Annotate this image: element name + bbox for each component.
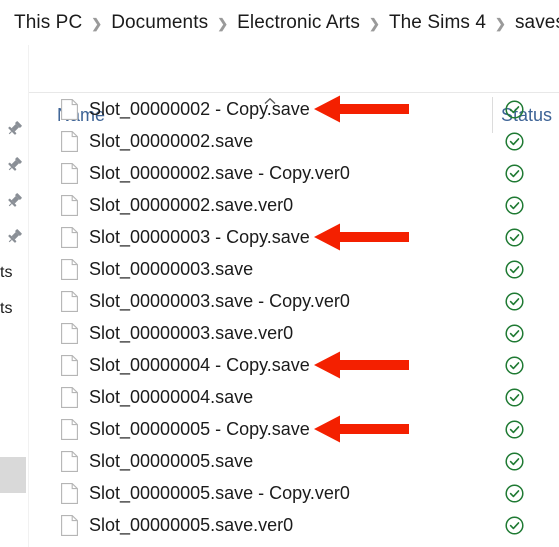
table-row[interactable]: Slot_00000002.save - Copy.ver0 <box>29 157 559 189</box>
table-row[interactable]: Slot_00000002.save <box>29 125 559 157</box>
file-page-icon <box>61 451 78 472</box>
table-row[interactable]: Slot_00000004 - Copy.save <box>29 349 559 381</box>
breadcrumb-item-this-pc[interactable]: This PC <box>14 12 82 34</box>
check-circle-icon <box>505 388 524 407</box>
check-circle-icon <box>505 132 524 151</box>
file-name-label[interactable]: Slot_00000005.save <box>89 449 253 473</box>
breadcrumb-item-saves[interactable]: saves <box>515 12 559 34</box>
check-circle-icon <box>505 484 524 503</box>
file-name-label[interactable]: Slot_00000005 - Copy.save <box>89 417 310 441</box>
breadcrumb-separator-icon: ❯ <box>217 15 229 31</box>
file-page-icon <box>61 227 78 248</box>
table-row[interactable]: Slot_00000004.save <box>29 381 559 413</box>
check-circle-icon <box>505 196 524 215</box>
column-header-row: Name Status <box>0 45 559 133</box>
file-page-icon <box>61 515 78 536</box>
table-row[interactable]: Slot_00000005 - Copy.save <box>29 413 559 445</box>
file-name-label[interactable]: Slot_00000004 - Copy.save <box>89 353 310 377</box>
breadcrumb-separator-icon: ❯ <box>369 15 380 31</box>
file-name-label[interactable]: Slot_00000005.save.ver0 <box>89 513 293 537</box>
breadcrumb-separator-icon: ❯ <box>91 15 103 31</box>
file-page-icon <box>61 259 78 280</box>
breadcrumb-item-electronic-arts[interactable]: Electronic Arts <box>237 12 360 34</box>
table-row[interactable]: Slot_00000003.save <box>29 253 559 285</box>
file-page-icon <box>61 163 78 184</box>
table-row[interactable]: Slot_00000005.save.ver0 <box>29 509 559 541</box>
file-name-label[interactable]: Slot_00000002.save.ver0 <box>89 193 293 217</box>
pin-icon[interactable] <box>6 192 23 209</box>
file-name-label[interactable]: Slot_00000002 - Copy.save <box>89 97 310 121</box>
file-name-label[interactable]: Slot_00000002.save - Copy.ver0 <box>89 161 350 185</box>
file-page-icon <box>61 291 78 312</box>
file-page-icon <box>61 483 78 504</box>
file-name-label[interactable]: Slot_00000003 - Copy.save <box>89 225 310 249</box>
breadcrumb-separator-icon: ❯ <box>495 15 506 31</box>
file-name-label[interactable]: Slot_00000002.save <box>89 129 253 153</box>
file-page-icon <box>61 355 78 376</box>
pin-icon[interactable] <box>6 156 23 173</box>
table-row[interactable]: Slot_00000003 - Copy.save <box>29 221 559 253</box>
file-page-icon <box>61 195 78 216</box>
table-row[interactable]: Slot_00000005.save <box>29 445 559 477</box>
nav-item-label-clipped[interactable]: ts <box>0 300 12 318</box>
nav-scroll-thumb[interactable] <box>0 457 26 493</box>
file-name-label[interactable]: Slot_00000003.save - Copy.ver0 <box>89 289 350 313</box>
file-page-icon <box>61 387 78 408</box>
check-circle-icon <box>505 420 524 439</box>
file-name-label[interactable]: Slot_00000004.save <box>89 385 253 409</box>
check-circle-icon <box>505 260 524 279</box>
check-circle-icon <box>505 356 524 375</box>
check-circle-icon <box>505 164 524 183</box>
check-circle-icon <box>505 100 524 119</box>
table-row[interactable]: Slot_00000002.save.ver0 <box>29 189 559 221</box>
pin-icon[interactable] <box>6 228 23 245</box>
breadcrumb[interactable]: This PC ❯ Documents ❯ Electronic Arts ❯ The Si… <box>0 0 559 45</box>
file-page-icon <box>61 419 78 440</box>
nav-item-label-clipped[interactable]: ts <box>0 264 12 282</box>
check-circle-icon <box>505 292 524 311</box>
breadcrumb-item-documents[interactable]: Documents <box>111 12 208 34</box>
check-circle-icon <box>505 452 524 471</box>
file-name-label[interactable]: Slot_00000005.save - Copy.ver0 <box>89 481 350 505</box>
check-circle-icon <box>505 228 524 247</box>
table-row[interactable]: Slot_00000003.save - Copy.ver0 <box>29 285 559 317</box>
table-row[interactable]: Slot_00000003.save.ver0 <box>29 317 559 349</box>
table-row[interactable]: Slot_00000002 - Copy.save <box>29 93 559 125</box>
file-name-label[interactable]: Slot_00000003.save <box>89 257 253 281</box>
file-page-icon <box>61 99 78 120</box>
file-list[interactable]: Slot_00000002 - Copy.save Slot_00000002.s… <box>29 93 559 547</box>
file-page-icon <box>61 323 78 344</box>
table-row[interactable]: Slot_00000005.save - Copy.ver0 <box>29 477 559 509</box>
pin-icon[interactable] <box>6 120 23 137</box>
breadcrumb-item-the-sims-4[interactable]: The Sims 4 <box>389 12 486 34</box>
check-circle-icon <box>505 324 524 343</box>
file-name-label[interactable]: Slot_00000003.save.ver0 <box>89 321 293 345</box>
check-circle-icon <box>505 516 524 535</box>
file-page-icon <box>61 131 78 152</box>
